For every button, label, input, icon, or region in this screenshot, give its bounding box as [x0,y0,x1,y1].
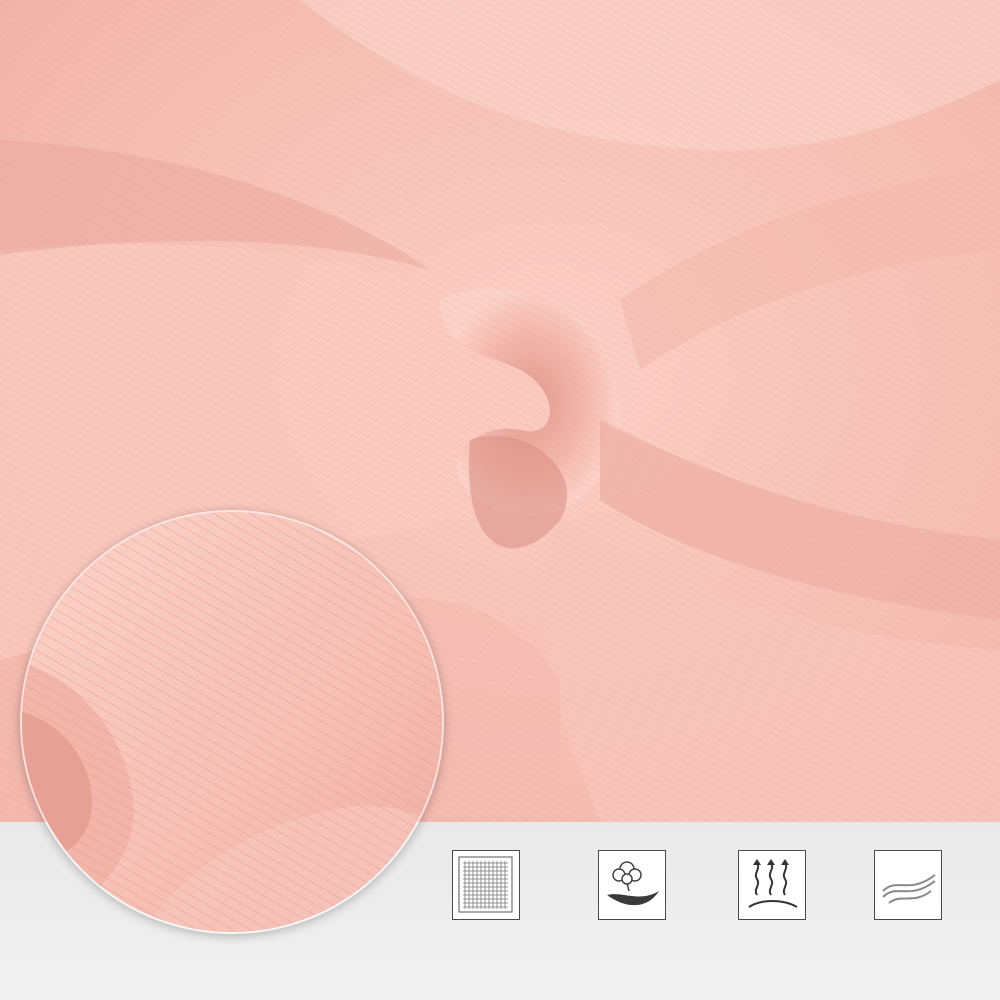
fabric-closeup-lens [20,510,444,934]
feature-icons-row [452,850,952,925]
soft-wave-icon [874,850,942,920]
cotton-flower-icon [598,850,666,920]
knit-grid-icon [452,850,520,920]
breathable-heat-icon [738,850,806,920]
